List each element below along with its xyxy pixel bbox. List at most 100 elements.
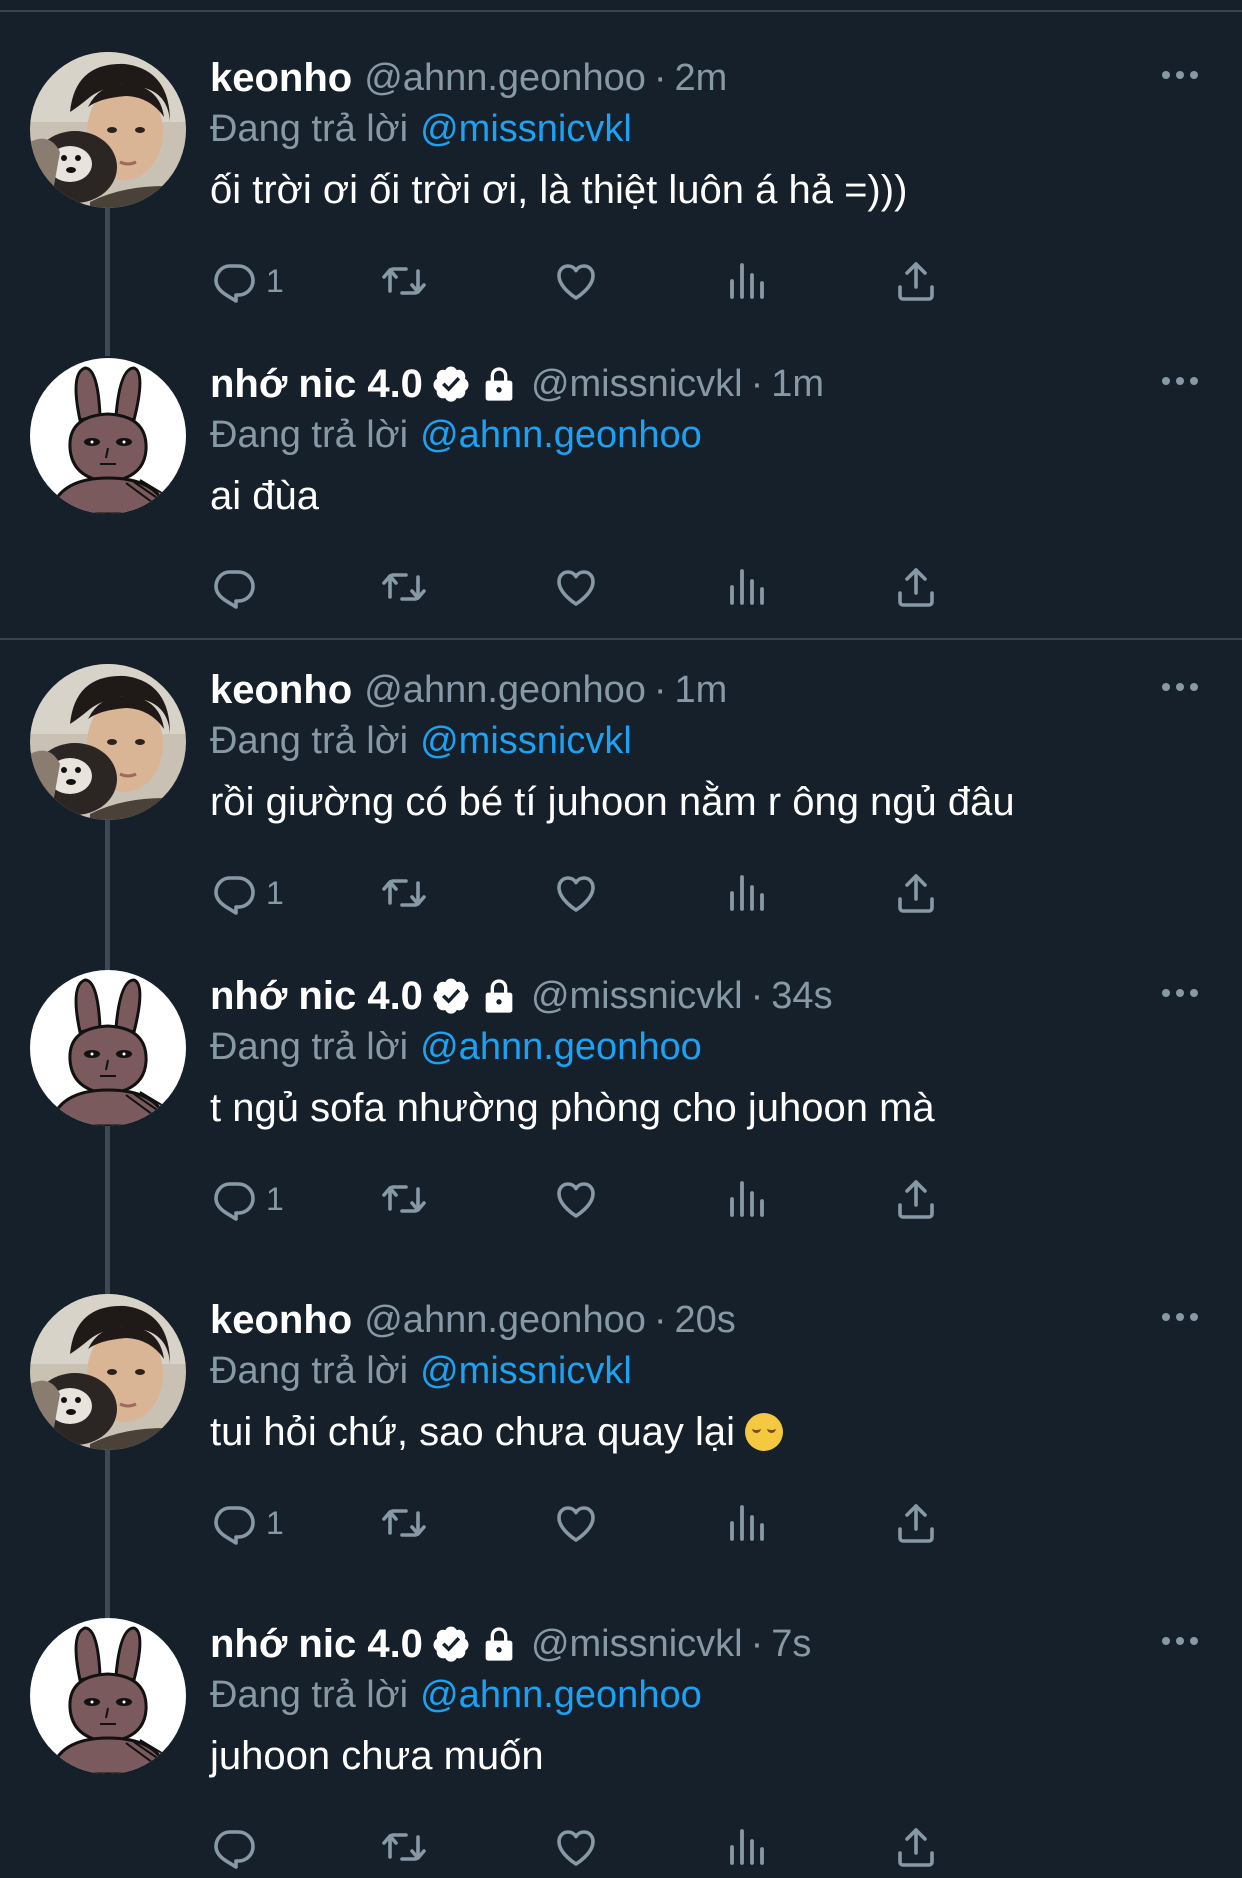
replying-label: Đang trả lời (210, 414, 409, 456)
share-button[interactable] (892, 562, 940, 612)
handle[interactable]: @missnicvkl (531, 1623, 743, 1665)
tweet[interactable]: nhớ nic 4.0 @missnicvkl · 7s Đang trả lời @… (0, 1566, 1242, 1872)
views-button[interactable] (722, 1498, 770, 1548)
more-icon[interactable] (1155, 978, 1205, 1008)
tweet[interactable]: nhớ nic 4.0 @missnicvkl · 34s Đang trả lời… (0, 918, 1242, 1224)
like-button[interactable] (552, 1174, 600, 1224)
share-button[interactable] (892, 868, 940, 918)
reply-button[interactable]: 1 (210, 256, 284, 306)
display-name[interactable]: nhớ nic 4.0 (210, 1622, 423, 1667)
share-button[interactable] (892, 1174, 940, 1224)
share-button[interactable] (892, 1822, 940, 1872)
retweet-button[interactable] (380, 868, 428, 918)
handle[interactable]: @ahnn.geonhoo (364, 1299, 646, 1341)
more-icon[interactable] (1155, 1302, 1205, 1332)
views-button[interactable] (722, 256, 770, 306)
tweet-header: keonho @ahnn.geonhoo · 2m (210, 52, 727, 104)
reply-button[interactable]: 1 (210, 868, 284, 918)
like-button[interactable] (552, 868, 600, 918)
like-button[interactable] (552, 1498, 600, 1548)
more-icon[interactable] (1155, 60, 1205, 90)
display-name[interactable]: nhớ nic 4.0 (210, 362, 423, 407)
views-icon (722, 1823, 770, 1871)
like-icon (552, 257, 600, 305)
reply-icon (210, 563, 258, 611)
timestamp[interactable]: 2m (675, 57, 728, 99)
mention-link[interactable]: @missnicvkl (420, 720, 632, 762)
replying-label: Đang trả lời (210, 720, 409, 762)
display-name[interactable]: nhớ nic 4.0 (210, 974, 423, 1019)
reply-button[interactable] (210, 562, 258, 612)
avatar-keonho[interactable] (30, 52, 186, 208)
timestamp[interactable]: 1m (675, 669, 728, 711)
tweet-text: ối trời ơi ối trời ơi, là thiệt luôn á h… (210, 168, 907, 213)
share-icon (892, 257, 940, 305)
display-name[interactable]: keonho (210, 668, 352, 713)
timestamp[interactable]: 20s (675, 1299, 736, 1341)
tweet-text-content: ai đùa (210, 474, 319, 518)
timestamp[interactable]: 34s (771, 975, 832, 1017)
views-button[interactable] (722, 868, 770, 918)
mention-link[interactable]: @missnicvkl (420, 1350, 632, 1392)
retweet-button[interactable] (380, 1174, 428, 1224)
mention-link[interactable]: @ahnn.geonhoo (420, 1674, 702, 1716)
avatar-keonho[interactable] (30, 1294, 186, 1450)
timestamp[interactable]: 7s (771, 1623, 811, 1665)
handle[interactable]: @missnicvkl (531, 363, 743, 405)
views-button[interactable] (722, 1174, 770, 1224)
tweet[interactable]: keonho @ahnn.geonhoo · 2m Đang trả lời @mis… (0, 0, 1242, 306)
tweet[interactable]: nhớ nic 4.0 @missnicvkl · 1m Đang trả lời @… (0, 306, 1242, 612)
display-name[interactable]: keonho (210, 1298, 352, 1343)
retweet-button[interactable] (380, 256, 428, 306)
separator-dot: · (750, 1622, 764, 1665)
tweet-text: rồi giường có bé tí juhoon nằm r ông ngủ… (210, 780, 1015, 825)
display-name[interactable]: keonho (210, 56, 352, 101)
tweet-text-content: rồi giường có bé tí juhoon nằm r ông ngủ… (210, 780, 1015, 824)
tweet[interactable]: keonho @ahnn.geonhoo · 20s Đang trả lời @mi… (0, 1242, 1242, 1548)
retweet-button[interactable] (380, 1498, 428, 1548)
avatar-nic[interactable] (30, 358, 186, 514)
tweet-actions: 1 (210, 1174, 1110, 1224)
handle[interactable]: @ahnn.geonhoo (364, 57, 646, 99)
mention-link[interactable]: @missnicvkl (420, 108, 632, 150)
mention-link[interactable]: @ahnn.geonhoo (420, 414, 702, 456)
reply-count: 1 (266, 1180, 284, 1217)
more-icon[interactable] (1155, 366, 1205, 396)
more-icon[interactable] (1155, 1626, 1205, 1656)
more-icon[interactable] (1155, 672, 1205, 702)
avatar-nic[interactable] (30, 1618, 186, 1774)
retweet-button[interactable] (380, 1822, 428, 1872)
views-button[interactable] (722, 562, 770, 612)
tweet[interactable]: keonho @ahnn.geonhoo · 1m Đang trả lời @mis… (0, 612, 1242, 918)
handle-meta: @ahnn.geonhoo · 20s (364, 1299, 736, 1342)
timestamp[interactable]: 1m (771, 363, 824, 405)
like-button[interactable] (552, 256, 600, 306)
views-button[interactable] (722, 1822, 770, 1872)
tweet-text-content: juhoon chưa muốn (210, 1734, 544, 1778)
views-icon (722, 563, 770, 611)
mention-link[interactable]: @ahnn.geonhoo (420, 1026, 702, 1068)
avatar-keonho[interactable] (30, 664, 186, 820)
handle[interactable]: @missnicvkl (531, 975, 743, 1017)
like-button[interactable] (552, 562, 600, 612)
tweet-header: nhớ nic 4.0 @missnicvkl · 34s (210, 970, 833, 1022)
reply-button[interactable]: 1 (210, 1498, 284, 1548)
tweet-header: nhớ nic 4.0 @missnicvkl · 1m (210, 358, 824, 410)
reply-button[interactable]: 1 (210, 1174, 284, 1224)
conversation-group: keonho @ahnn.geonhoo · 2m Đang trả lời @mis… (0, 0, 1242, 638)
like-icon (552, 1823, 600, 1871)
reply-icon (210, 869, 258, 917)
avatar-nic[interactable] (30, 970, 186, 1126)
tweet-header: keonho @ahnn.geonhoo · 1m (210, 664, 727, 716)
verified-icon (431, 1624, 471, 1664)
handle[interactable]: @ahnn.geonhoo (364, 669, 646, 711)
retweet-icon (380, 1499, 428, 1547)
reply-icon (210, 1823, 258, 1871)
like-icon (552, 869, 600, 917)
share-button[interactable] (892, 256, 940, 306)
reply-button[interactable] (210, 1822, 258, 1872)
handle-meta: @missnicvkl · 7s (531, 1623, 812, 1666)
share-button[interactable] (892, 1498, 940, 1548)
retweet-button[interactable] (380, 562, 428, 612)
like-button[interactable] (552, 1822, 600, 1872)
